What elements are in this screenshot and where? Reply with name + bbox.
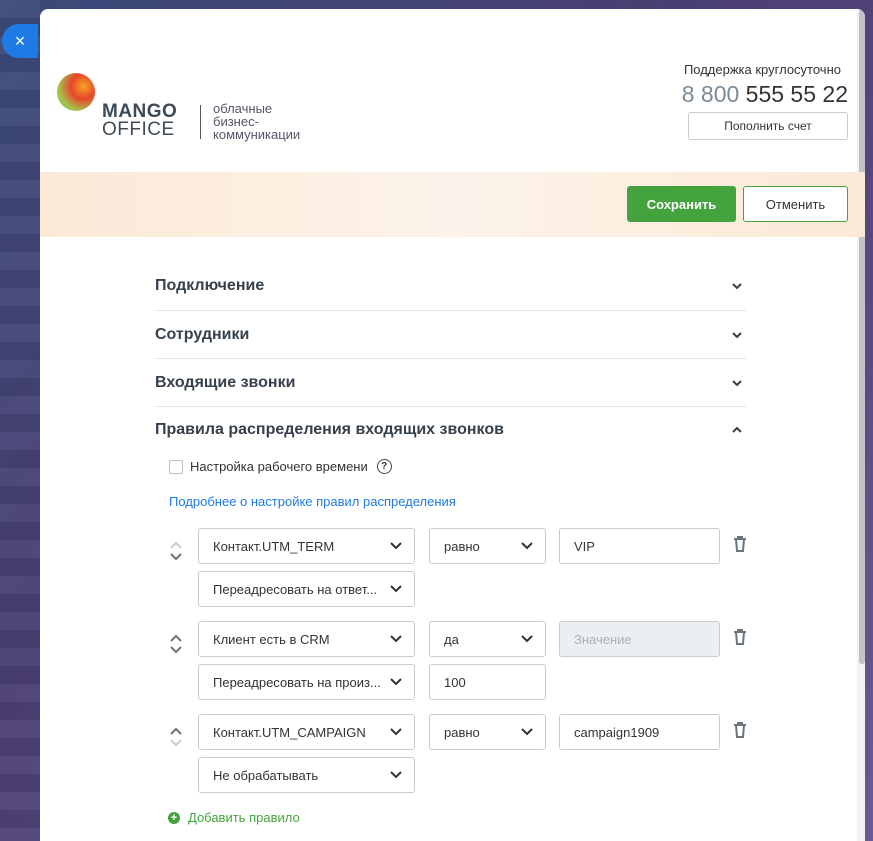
settings-content: Подключение Сотрудники Входящие звонки П… bbox=[155, 261, 746, 825]
logo-wordmark: MANGO OFFICE bbox=[102, 101, 178, 140]
help-icon[interactable]: ? bbox=[376, 459, 392, 474]
chevron-down-icon bbox=[390, 771, 402, 779]
settings-modal: MANGO OFFICE облачные бизнес- коммуникац… bbox=[40, 9, 865, 841]
condition-select[interactable]: Контакт.UTM_TERM bbox=[198, 528, 415, 564]
action-select[interactable]: Переадресовать на ответ... bbox=[198, 571, 415, 607]
action-select[interactable]: Не обрабатывать bbox=[198, 757, 415, 793]
chevron-up-icon bbox=[732, 426, 742, 433]
chevron-down-icon bbox=[390, 678, 402, 686]
action-value-input[interactable]: 100 bbox=[429, 664, 546, 700]
chevron-down-icon bbox=[390, 542, 402, 550]
close-button[interactable]: × bbox=[2, 24, 38, 58]
operator-select[interactable]: равно bbox=[429, 714, 546, 750]
chevron-down-icon bbox=[390, 585, 402, 593]
chevron-down-icon bbox=[732, 331, 742, 338]
condition-select[interactable]: Контакт.UTM_CAMPAIGN bbox=[198, 714, 415, 750]
logo-tagline: облачные бизнес- коммуникации bbox=[213, 101, 301, 142]
chevron-down-icon bbox=[521, 728, 533, 736]
sort-arrows-icon[interactable] bbox=[169, 633, 183, 655]
value-input: Значение bbox=[559, 621, 720, 657]
close-icon: × bbox=[14, 30, 26, 51]
operator-select[interactable]: равно bbox=[429, 528, 546, 564]
operator-select[interactable]: да bbox=[429, 621, 546, 657]
chevron-down-icon bbox=[390, 728, 402, 736]
value-input[interactable]: VIP bbox=[559, 528, 720, 564]
action-bar: Сохранить Отменить bbox=[40, 172, 865, 237]
sort-arrows-icon[interactable] bbox=[169, 540, 183, 562]
trash-icon[interactable] bbox=[733, 629, 747, 645]
section-connection[interactable]: Подключение bbox=[155, 261, 746, 311]
background bbox=[0, 0, 40, 841]
trash-icon[interactable] bbox=[733, 536, 747, 552]
rules-help-link[interactable]: Подробнее о настройке правил распределен… bbox=[169, 494, 746, 509]
trash-icon[interactable] bbox=[733, 722, 747, 738]
chevron-down-icon bbox=[521, 542, 533, 550]
save-button[interactable]: Сохранить bbox=[627, 186, 736, 222]
worktime-setting: Настройка рабочего времени ? bbox=[169, 459, 746, 474]
chevron-down-icon bbox=[732, 379, 742, 386]
worktime-label: Настройка рабочего времени bbox=[190, 459, 368, 474]
support-phone: 8 800 555 55 22 bbox=[681, 81, 848, 107]
plus-circle-icon: + bbox=[168, 811, 180, 824]
logo-divider bbox=[200, 105, 201, 139]
section-distribution-rules[interactable]: Правила распределения входящих звонков bbox=[155, 407, 746, 453]
chevron-down-icon bbox=[390, 635, 402, 643]
header: MANGO OFFICE облачные бизнес- коммуникац… bbox=[40, 9, 865, 172]
topup-button[interactable]: Пополнить счет bbox=[688, 112, 848, 140]
value-input[interactable]: campaign1909 bbox=[559, 714, 720, 750]
cancel-button[interactable]: Отменить bbox=[743, 186, 848, 222]
worktime-checkbox[interactable] bbox=[169, 459, 183, 474]
chevron-down-icon bbox=[732, 282, 742, 289]
condition-select[interactable]: Клиент есть в CRM bbox=[198, 621, 415, 657]
support-label: Поддержка круглосуточно bbox=[683, 62, 841, 77]
section-employees[interactable]: Сотрудники bbox=[155, 311, 746, 359]
sort-arrows-icon[interactable] bbox=[169, 726, 183, 748]
chevron-down-icon bbox=[521, 635, 533, 643]
section-incoming-calls[interactable]: Входящие звонки bbox=[155, 359, 746, 407]
action-select[interactable]: Переадресовать на произ... bbox=[198, 664, 415, 700]
mango-logo-icon bbox=[57, 73, 95, 111]
add-rule-button[interactable]: + Добавить правило bbox=[168, 810, 300, 825]
